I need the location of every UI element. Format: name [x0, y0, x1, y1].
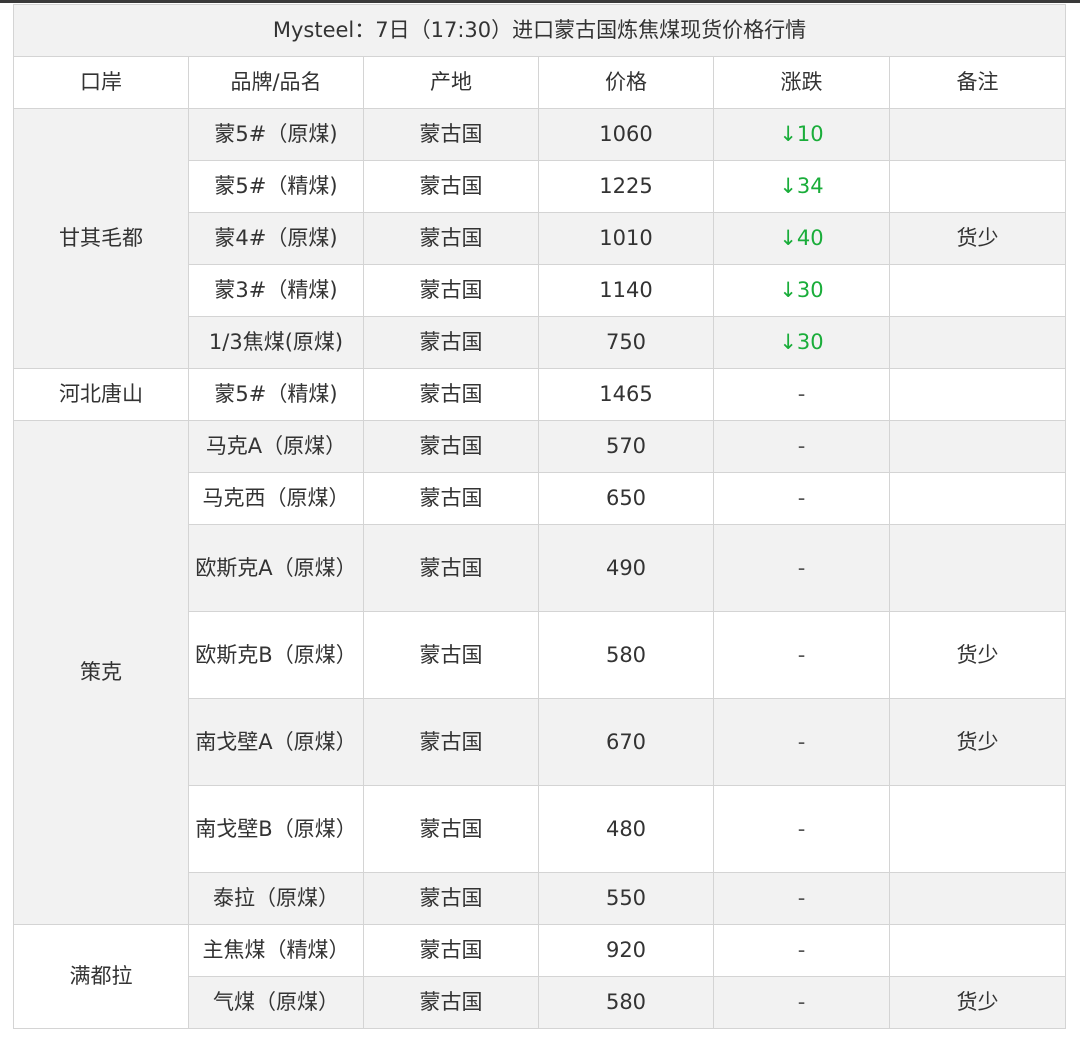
brand-cell: 蒙3#（精煤) — [188, 264, 364, 317]
origin-cell: 蒙古国 — [363, 316, 539, 369]
brand-cell: 欧斯克B（原煤） — [188, 611, 364, 699]
price-cell: 490 — [538, 524, 714, 612]
origin-cell: 蒙古国 — [363, 785, 539, 873]
note-cell: 货少 — [889, 976, 1066, 1029]
price-cell: 1225 — [538, 160, 714, 213]
change-cell: - — [713, 368, 890, 421]
change-cell: - — [713, 785, 890, 873]
change-cell: - — [713, 976, 890, 1029]
header-change: 涨跌 — [713, 56, 890, 109]
price-cell: 650 — [538, 472, 714, 525]
brand-cell: 蒙5#（精煤) — [188, 160, 364, 213]
title-row: Mysteel：7日（17:30）进口蒙古国炼焦煤现货价格行情 — [13, 4, 1066, 57]
header-brand: 品牌/品名 — [188, 56, 364, 109]
note-cell — [889, 924, 1066, 977]
price-cell: 1140 — [538, 264, 714, 317]
brand-cell: 蒙5#（精煤) — [188, 368, 364, 421]
note-cell — [889, 316, 1066, 369]
brand-cell: 马克西（原煤） — [188, 472, 364, 525]
origin-cell: 蒙古国 — [363, 368, 539, 421]
table-row: 策克 马克A（原煤） 蒙古国 570 - — [13, 420, 1066, 925]
price-cell: 580 — [538, 976, 714, 1029]
origin-cell: 蒙古国 — [363, 108, 539, 161]
brand-cell: 欧斯克A（原煤） — [188, 524, 364, 612]
note-cell: 货少 — [889, 611, 1066, 699]
change-cell: - — [713, 524, 890, 612]
note-cell — [889, 264, 1066, 317]
price-cell: 550 — [538, 872, 714, 925]
change-cell: ↓40 — [713, 212, 890, 265]
change-cell: - — [713, 924, 890, 977]
brand-cell: 蒙5#（原煤) — [188, 108, 364, 161]
port-cell: 河北唐山 — [13, 368, 189, 421]
note-cell — [889, 524, 1066, 612]
table-row: 满都拉 主焦煤（精煤） 蒙古国 920 - — [13, 924, 1066, 1029]
brand-cell: 气煤（原煤） — [188, 976, 364, 1029]
origin-cell: 蒙古国 — [363, 472, 539, 525]
origin-cell: 蒙古国 — [363, 872, 539, 925]
price-cell: 750 — [538, 316, 714, 369]
origin-cell: 蒙古国 — [363, 924, 539, 977]
brand-cell: 南戈壁B（原煤） — [188, 785, 364, 873]
brand-cell: 主焦煤（精煤） — [188, 924, 364, 977]
header-port: 口岸 — [13, 56, 189, 109]
note-cell: 货少 — [889, 212, 1066, 265]
note-cell — [889, 160, 1066, 213]
origin-cell: 蒙古国 — [363, 976, 539, 1029]
origin-cell: 蒙古国 — [363, 264, 539, 317]
port-cell: 甘其毛都 — [13, 108, 189, 369]
table-row: 甘其毛都 蒙5#（原煤) 蒙古国 1060 ↓10 — [13, 108, 1066, 369]
price-cell: 580 — [538, 611, 714, 699]
header-price: 价格 — [538, 56, 714, 109]
brand-cell: 南戈壁A（原煤） — [188, 698, 364, 786]
brand-cell: 泰拉（原煤） — [188, 872, 364, 925]
change-cell: ↓34 — [713, 160, 890, 213]
brand-cell: 1/3焦煤(原煤) — [188, 316, 364, 369]
note-cell — [889, 368, 1066, 421]
change-cell: ↓10 — [713, 108, 890, 161]
price-cell: 480 — [538, 785, 714, 873]
origin-cell: 蒙古国 — [363, 611, 539, 699]
change-cell: - — [713, 611, 890, 699]
price-cell: 570 — [538, 420, 714, 473]
origin-cell: 蒙古国 — [363, 698, 539, 786]
brand-cell: 马克A（原煤） — [188, 420, 364, 473]
header-row: 口岸 品牌/品名 产地 价格 涨跌 备注 — [13, 56, 1066, 109]
note-cell — [889, 108, 1066, 161]
origin-cell: 蒙古国 — [363, 160, 539, 213]
price-cell: 1465 — [538, 368, 714, 421]
note-cell: 货少 — [889, 698, 1066, 786]
top-edge-divider — [0, 0, 1080, 3]
port-cell: 策克 — [13, 420, 189, 925]
table-row: 河北唐山 蒙5#（精煤) 蒙古国 1465 - — [13, 368, 1066, 421]
note-cell — [889, 785, 1066, 873]
brand-cell: 蒙4#（原煤) — [188, 212, 364, 265]
note-cell — [889, 872, 1066, 925]
change-cell: ↓30 — [713, 264, 890, 317]
header-note: 备注 — [889, 56, 1066, 109]
price-cell: 1010 — [538, 212, 714, 265]
origin-cell: 蒙古国 — [363, 212, 539, 265]
change-cell: ↓30 — [713, 316, 890, 369]
change-cell: - — [713, 420, 890, 473]
change-cell: - — [713, 872, 890, 925]
port-cell: 满都拉 — [13, 924, 189, 1029]
table-title: Mysteel：7日（17:30）进口蒙古国炼焦煤现货价格行情 — [13, 4, 1066, 57]
price-cell: 670 — [538, 698, 714, 786]
price-table: Mysteel：7日（17:30）进口蒙古国炼焦煤现货价格行情 口岸 品牌/品名… — [13, 4, 1066, 1029]
origin-cell: 蒙古国 — [363, 524, 539, 612]
change-cell: - — [713, 698, 890, 786]
note-cell — [889, 420, 1066, 473]
price-cell: 920 — [538, 924, 714, 977]
header-origin: 产地 — [363, 56, 539, 109]
origin-cell: 蒙古国 — [363, 420, 539, 473]
price-cell: 1060 — [538, 108, 714, 161]
change-cell: - — [713, 472, 890, 525]
note-cell — [889, 472, 1066, 525]
